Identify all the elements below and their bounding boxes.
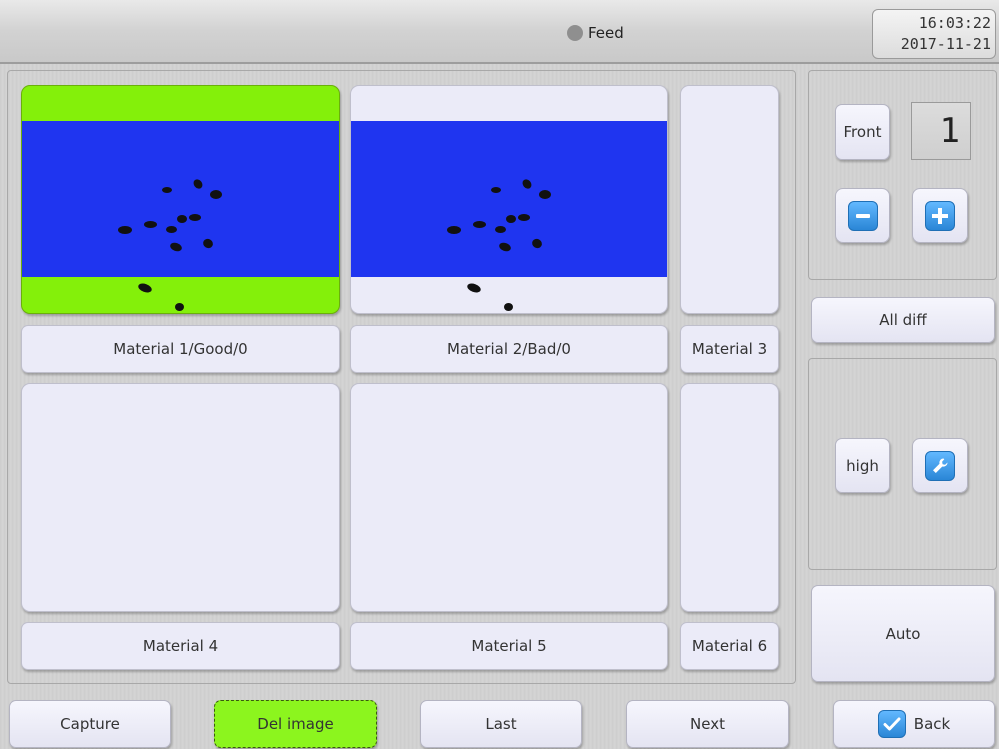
material-1-image-tile[interactable] bbox=[21, 85, 340, 314]
del-image-button[interactable]: Del image bbox=[214, 700, 377, 748]
material-2-image-tile[interactable] bbox=[350, 85, 668, 314]
minus-icon bbox=[847, 200, 878, 231]
feed-status-label: Feed bbox=[588, 24, 624, 42]
back-button[interactable]: Back bbox=[833, 700, 995, 748]
wrench-icon bbox=[925, 450, 955, 481]
material-3-label[interactable]: Material 3 bbox=[680, 325, 779, 373]
all-diff-button[interactable]: All diff bbox=[811, 297, 995, 343]
last-button[interactable]: Last bbox=[420, 700, 582, 748]
material-2-sample-image bbox=[351, 121, 667, 311]
increase-button[interactable] bbox=[912, 188, 968, 243]
material-5-label[interactable]: Material 5 bbox=[350, 622, 668, 670]
front-button[interactable]: Front bbox=[835, 104, 890, 160]
capture-button[interactable]: Capture bbox=[9, 700, 171, 748]
material-4-image-tile[interactable] bbox=[21, 383, 340, 612]
header-bar bbox=[0, 0, 999, 64]
settings-button[interactable] bbox=[912, 438, 968, 493]
time-display: 16:03:22 bbox=[918, 14, 991, 32]
plus-icon bbox=[925, 200, 955, 231]
material-4-label[interactable]: Material 4 bbox=[21, 622, 340, 670]
material-1-label[interactable]: Material 1/Good/0 bbox=[21, 325, 340, 373]
back-label: Back bbox=[913, 715, 951, 733]
counter-value: 1 bbox=[939, 111, 960, 151]
material-1-sample-image bbox=[22, 121, 339, 311]
decrease-button[interactable] bbox=[835, 188, 890, 243]
counter-display: 1 bbox=[911, 102, 971, 160]
auto-button[interactable]: Auto bbox=[811, 585, 995, 682]
material-3-image-tile[interactable] bbox=[680, 85, 779, 314]
material-5-image-tile[interactable] bbox=[350, 383, 668, 612]
clock-display: 16:03:22 2017-11-21 bbox=[872, 9, 996, 59]
material-6-label[interactable]: Material 6 bbox=[680, 622, 779, 670]
feed-status-indicator bbox=[567, 25, 583, 41]
check-icon bbox=[877, 710, 906, 738]
material-2-label[interactable]: Material 2/Bad/0 bbox=[350, 325, 668, 373]
date-display: 2017-11-21 bbox=[900, 35, 991, 53]
sensitivity-high-button[interactable]: high bbox=[835, 438, 890, 493]
material-6-image-tile[interactable] bbox=[680, 383, 779, 612]
next-button[interactable]: Next bbox=[626, 700, 789, 748]
